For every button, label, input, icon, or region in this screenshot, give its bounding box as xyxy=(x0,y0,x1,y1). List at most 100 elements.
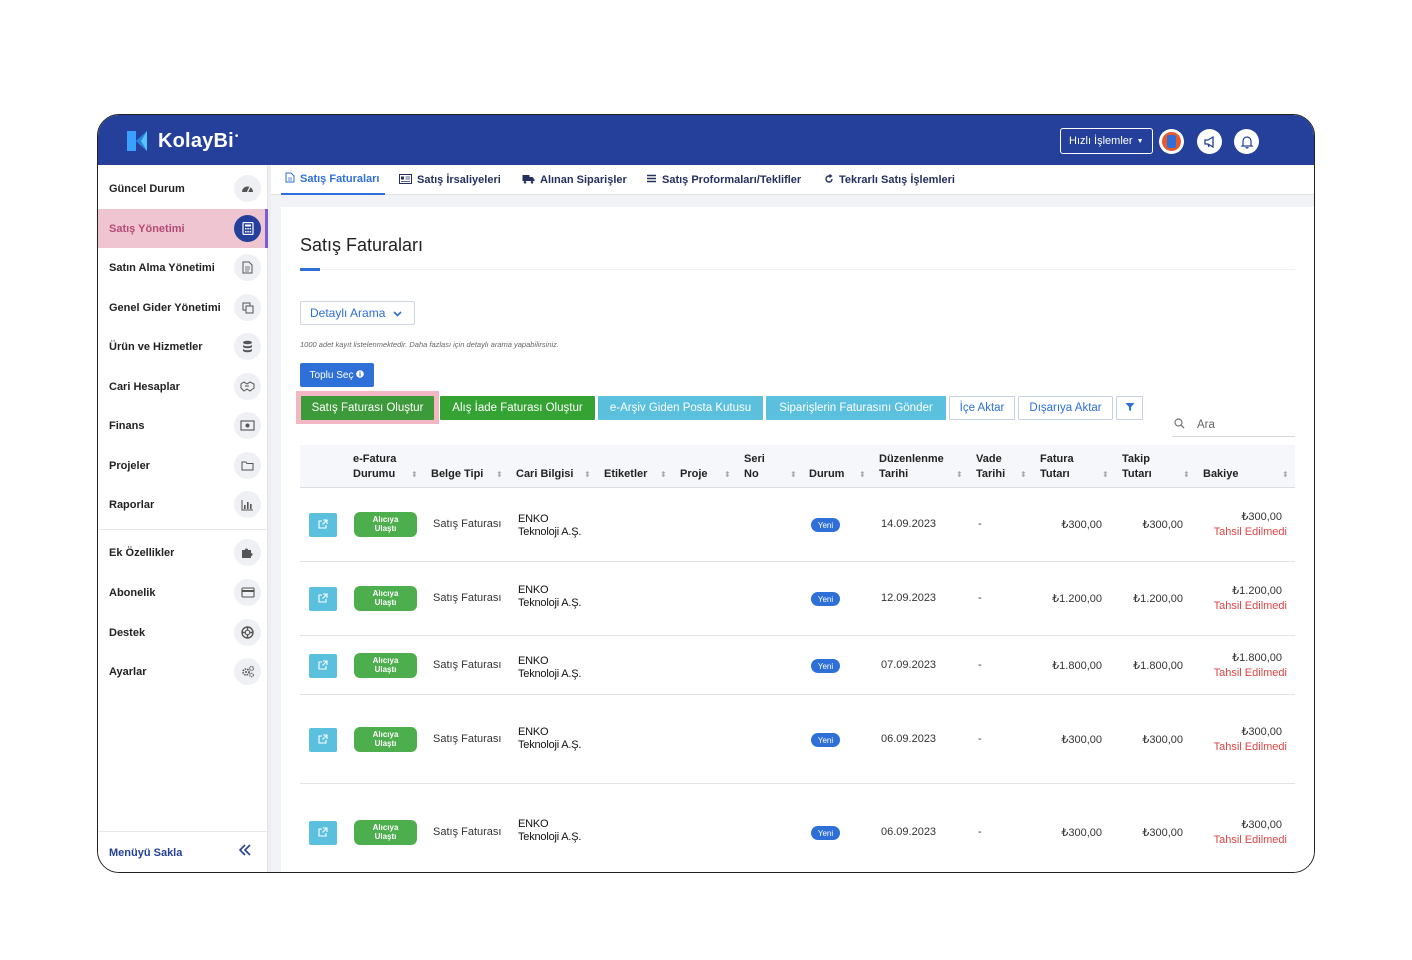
sort-icon[interactable]: ⬍ xyxy=(1282,470,1289,479)
ice-aktar-button[interactable]: İçe Aktar xyxy=(949,396,1015,420)
detayli-arama-button[interactable]: Detaylı Arama xyxy=(300,301,415,325)
sidebar-item-urun-hizmetler[interactable]: Ürün ve Hizmetler xyxy=(98,327,268,366)
col-header-fatura-tutari[interactable]: Fatura Tutarı xyxy=(1040,452,1074,482)
col-header-belge-tipi[interactable]: Belge Tipi xyxy=(431,467,483,482)
id-card-icon xyxy=(399,173,412,187)
header-line: Düzenlenme xyxy=(879,453,944,465)
sort-icon[interactable]: ⬍ xyxy=(859,470,866,479)
sort-icon[interactable]: ⬍ xyxy=(660,470,667,479)
bell-icon[interactable] xyxy=(1234,129,1259,154)
sidebar-item-genel-gider[interactable]: Genel Gider Yönetimi xyxy=(98,288,268,327)
filter-icon xyxy=(1125,402,1135,415)
tab-satis-proformalari[interactable]: Satış Proformaları/Teklifler xyxy=(646,165,801,195)
toplu-sec-button[interactable]: Toplu Seç xyxy=(300,363,374,387)
sidebar-item-destek[interactable]: Destek xyxy=(98,613,268,652)
e-arsiv-giden-posta-kutusu-button[interactable]: e-Arşiv Giden Posta Kutusu xyxy=(598,396,763,420)
tab-alinan-siparisler[interactable]: Alınan Siparişler xyxy=(522,165,627,195)
kolaybi-app-icon[interactable] xyxy=(1159,129,1184,154)
header-line: e-Fatura xyxy=(353,453,397,465)
col-header-bakiye[interactable]: Bakiye xyxy=(1203,467,1238,482)
sidebar-item-satis-yonetimi[interactable]: Satış Yönetimi xyxy=(98,209,268,248)
cell-duzenlenme-tarihi: 07.09.2023 xyxy=(881,659,937,671)
sidebar-item-satin-alma[interactable]: Satın Alma Yönetimi xyxy=(98,248,268,287)
cell-vade-tarihi: - xyxy=(978,659,982,671)
sidebar-item-projeler[interactable]: Projeler xyxy=(98,446,268,485)
hizli-islemler-button[interactable]: Hızlı İşlemler ▼ xyxy=(1060,128,1153,154)
sort-icon[interactable]: ⬍ xyxy=(724,470,731,479)
col-header-takip-tutari[interactable]: Takip Tutarı xyxy=(1122,452,1152,482)
sort-icon[interactable]: ⬍ xyxy=(1102,470,1109,479)
sidebar-item-abonelik[interactable]: Abonelik xyxy=(98,573,268,612)
tab-satis-irsaliyeleri[interactable]: Satış İrsaliyeleri xyxy=(399,165,501,195)
filter-button[interactable] xyxy=(1116,396,1143,420)
sort-icon[interactable]: ⬍ xyxy=(1183,470,1190,479)
col-header-proje[interactable]: Proje xyxy=(680,467,708,482)
badge-line: Ulaştı xyxy=(374,664,397,674)
col-header-seri-no[interactable]: Seri No xyxy=(744,452,765,482)
tab-tekrarli-satis[interactable]: Tekrarlı Satış İşlemleri xyxy=(824,165,955,195)
cell-cari-bilgisi[interactable]: ENKO Teknoloji A.Ş. xyxy=(518,655,581,681)
search-box[interactable]: Ara xyxy=(1172,413,1295,437)
sort-icon[interactable]: ⬍ xyxy=(584,470,591,479)
col-header-cari-bilgisi[interactable]: Cari Bilgisi xyxy=(516,467,573,482)
detayli-arama-label: Detaylı Arama xyxy=(310,306,386,320)
edit-button[interactable] xyxy=(309,728,337,752)
table-header: e-Fatura Durumu ⬍ Belge Tipi ⬍ Cari Bilg… xyxy=(300,445,1295,488)
col-header-etiketler[interactable]: Etiketler xyxy=(604,467,647,482)
button-label: e-Arşiv Giden Posta Kutusu xyxy=(609,402,752,414)
col-header-duzenlenme-tarihi[interactable]: Düzenlenme Tarihi xyxy=(879,452,944,482)
satis-faturasi-olustur-button[interactable]: Satış Faturası Oluştur xyxy=(301,396,434,420)
efatura-status-badge: Alıcıya Ulaştı xyxy=(354,727,417,752)
edit-button[interactable] xyxy=(309,821,337,845)
cell-takip-tutari: ₺1.200,00 xyxy=(1133,593,1183,605)
money-icon xyxy=(234,412,261,439)
sort-icon[interactable]: ⬍ xyxy=(1020,470,1027,479)
cell-duzenlenme-tarihi: 06.09.2023 xyxy=(881,733,937,745)
button-label: İçe Aktar xyxy=(959,402,1005,414)
sidebar-item-finans[interactable]: Finans xyxy=(98,406,268,445)
search-icon xyxy=(1174,417,1185,432)
sidebar-item-guncel-durum[interactable]: Güncel Durum xyxy=(98,169,268,208)
button-label: Satış Faturası Oluştur xyxy=(311,402,424,414)
menu-hide-button[interactable]: Menüyü Sakla xyxy=(98,831,268,872)
sort-icon[interactable]: ⬍ xyxy=(496,470,503,479)
sort-icon[interactable]: ⬍ xyxy=(411,470,418,479)
sidebar-item-label: Raporlar xyxy=(109,498,155,511)
sidebar-item-ayarlar[interactable]: Ayarlar xyxy=(98,652,268,691)
header-line: Takip xyxy=(1122,453,1150,465)
col-header-durum[interactable]: Durum xyxy=(809,467,844,482)
header-line: Vade xyxy=(976,453,1002,465)
megaphone-icon[interactable] xyxy=(1197,129,1222,154)
edit-button[interactable] xyxy=(309,513,337,537)
cari-line: Teknoloji A.Ş. xyxy=(518,597,582,609)
sidebar-item-raporlar[interactable]: Raporlar xyxy=(98,485,268,524)
cell-cari-bilgisi[interactable]: ENKO Teknoloji A.Ş. xyxy=(518,818,581,844)
col-header-efatura-durumu[interactable]: e-Fatura Durumu xyxy=(353,452,396,482)
sidebar-item-label: Ürün ve Hizmetler xyxy=(109,340,203,353)
database-icon xyxy=(234,333,261,360)
cell-cari-bilgisi[interactable]: ENKO Teknoloji A.Ş. xyxy=(518,513,581,539)
disariya-aktar-button[interactable]: Dışarıya Aktar xyxy=(1018,396,1113,420)
siparislerin-faturasini-gonder-button[interactable]: Siparişlerin Faturasını Gönder xyxy=(766,396,946,420)
sidebar-item-cari-hesaplar[interactable]: Cari Hesaplar xyxy=(98,367,268,406)
cell-bakiye: ₺1.800,00 xyxy=(1232,652,1282,664)
sidebar-item-ek-ozellikler[interactable]: Ek Özellikler xyxy=(98,533,268,572)
badge-line: Ulaştı xyxy=(374,738,397,748)
edit-button[interactable] xyxy=(309,587,337,611)
lifebuoy-icon xyxy=(234,619,261,646)
alis-iade-faturasi-olustur-button[interactable]: Alış İade Faturası Oluştur xyxy=(440,396,595,420)
double-chevron-left-icon xyxy=(238,843,252,860)
status-badge: Yeni xyxy=(811,592,840,606)
edit-button[interactable] xyxy=(309,654,337,678)
tab-satis-faturalari[interactable]: Satış Faturaları xyxy=(281,165,386,195)
col-header-vade-tarihi[interactable]: Vade Tarihi xyxy=(976,452,1005,482)
logo[interactable]: KolayBi • xyxy=(125,129,238,153)
tahsil-status-text: Tahsil Edilmedi xyxy=(1213,834,1287,846)
sort-icon[interactable]: ⬍ xyxy=(790,470,797,479)
cell-cari-bilgisi[interactable]: ENKO Teknoloji A.Ş. xyxy=(518,726,581,752)
sidebar-item-label: Ayarlar xyxy=(109,665,147,678)
logo-mark-dot: • xyxy=(234,130,239,142)
sort-icon[interactable]: ⬍ xyxy=(956,470,963,479)
folder-icon xyxy=(234,452,261,479)
cell-cari-bilgisi[interactable]: ENKO Teknoloji A.Ş. xyxy=(518,584,581,610)
